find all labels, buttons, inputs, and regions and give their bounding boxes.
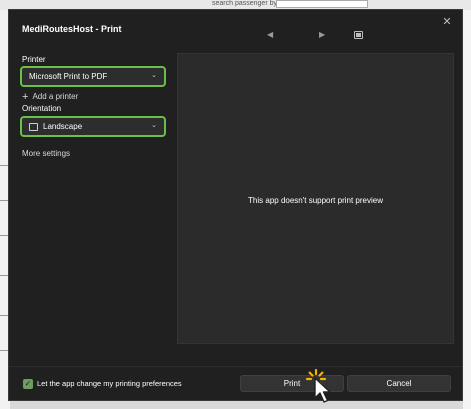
background-search-box — [276, 0, 368, 8]
dialog-title: MediRoutesHost - Print — [22, 24, 122, 34]
printer-selected-value: Microsoft Print to PDF — [29, 72, 108, 81]
dialog-footer: ✓ Let the app change my printing prefere… — [9, 366, 462, 400]
landscape-page-icon — [29, 123, 38, 131]
next-page-icon[interactable]: ▶ — [319, 30, 325, 39]
printer-dropdown[interactable]: Microsoft Print to PDF ⌄ — [20, 66, 166, 87]
background-search-label: search passenger by: — [212, 0, 279, 7]
change-preferences-label: Let the app change my printing preferenc… — [37, 379, 182, 388]
chevron-down-icon: ⌄ — [151, 72, 157, 79]
orientation-label: Orientation — [22, 104, 62, 113]
preview-message: This app doesn't support print preview — [248, 196, 383, 205]
print-preview-pane: This app doesn't support print preview — [177, 53, 454, 344]
print-dialog: MediRoutesHost - Print ✕ ◀ ▶ Printer Mic… — [8, 9, 463, 401]
printer-label: Printer — [22, 55, 46, 64]
add-printer-link[interactable]: + Add a printer — [22, 91, 78, 103]
previous-page-icon[interactable]: ◀ — [267, 30, 273, 39]
cancel-button[interactable]: Cancel — [347, 375, 451, 392]
background-app-right-strip — [463, 10, 471, 409]
plus-icon: + — [22, 91, 29, 103]
more-settings-link[interactable]: More settings — [22, 149, 70, 158]
orientation-selected-value: Landscape — [43, 122, 83, 131]
orientation-dropdown[interactable]: Landscape ⌄ — [20, 116, 166, 137]
fit-page-icon[interactable] — [354, 31, 363, 39]
mouse-pointer-icon — [314, 377, 331, 403]
add-printer-label: Add a printer — [32, 92, 79, 101]
change-preferences-checkbox[interactable]: ✓ — [23, 379, 33, 389]
chevron-down-icon: ⌄ — [151, 122, 157, 129]
close-icon[interactable]: ✕ — [440, 15, 454, 29]
